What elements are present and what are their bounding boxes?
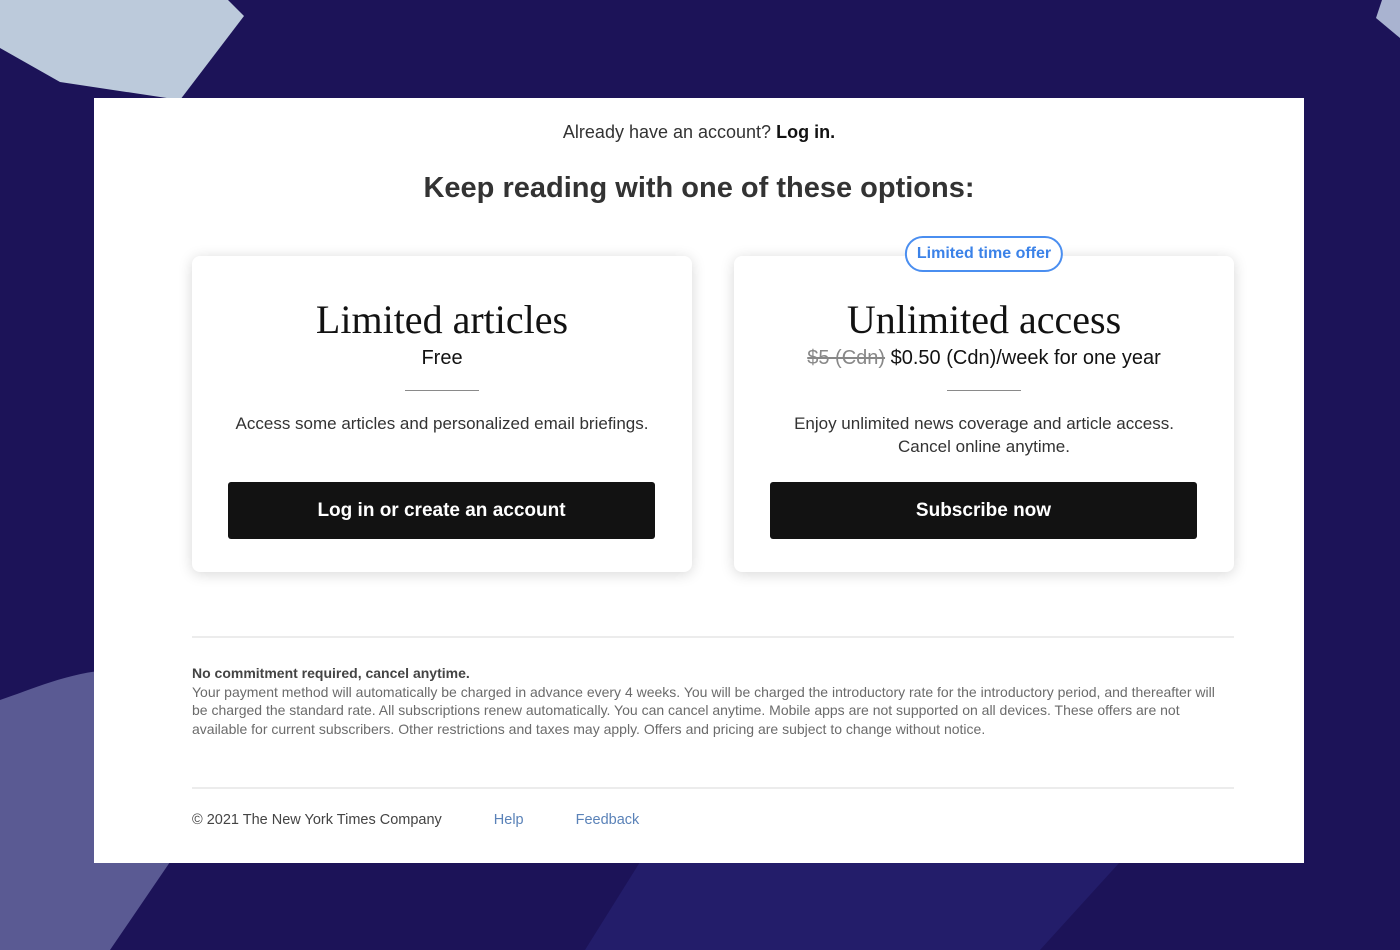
card-title: Limited articles <box>315 297 569 342</box>
terms-title: No commitment required, cancel anytime. <box>192 665 470 681</box>
card-description: Access some articles and personalized em… <box>235 414 649 433</box>
unlimited-access-card: Limited time offer Unlimited access $5 (… <box>734 236 1234 572</box>
subscribe-now-button[interactable]: Subscribe now <box>770 482 1197 539</box>
limited-offer-badge: Limited time offer <box>904 236 1064 272</box>
terms-section: No commitment required, cancel anytime. … <box>192 664 1222 738</box>
card-divider <box>405 390 479 391</box>
card-description: Enjoy unlimited news coverage and articl… <box>794 414 1174 456</box>
login-link[interactable]: Log in. <box>776 122 835 142</box>
limited-articles-card: Limited articles Free Access some articl… <box>192 256 692 572</box>
section-divider <box>192 636 1234 638</box>
card-price: $5 (Cdn) $0.50 (Cdn)/week for one year <box>734 347 1234 370</box>
login-prompt-text: Already have an account? <box>562 122 772 142</box>
help-link[interactable]: Help <box>494 812 524 828</box>
paywall-panel: Already have an account? Log in. Keep re… <box>94 98 1304 863</box>
bg-shape-top-left <box>0 0 244 100</box>
page-title: Keep reading with one of these options: <box>423 172 975 204</box>
original-price: $5 (Cdn) <box>807 347 886 369</box>
discount-price: $0.50 (Cdn)/week for one year <box>890 347 1161 369</box>
login-prompt: Already have an account? Log in. <box>94 122 1304 143</box>
card-divider <box>947 390 1021 391</box>
copyright-text: © 2021 The New York Times Company <box>192 812 442 828</box>
footer: © 2021 The New York Times Company Help F… <box>192 812 639 828</box>
card-price: Free <box>421 347 463 369</box>
bg-shape-bottom-center <box>585 862 1120 950</box>
login-create-account-button[interactable]: Log in or create an account <box>228 482 655 539</box>
card-title: Unlimited access <box>846 297 1122 342</box>
bg-shape-top-right <box>1376 0 1400 38</box>
feedback-link[interactable]: Feedback <box>576 812 640 828</box>
footer-divider <box>192 787 1234 789</box>
terms-body: Your payment method will automatically b… <box>192 683 1215 737</box>
